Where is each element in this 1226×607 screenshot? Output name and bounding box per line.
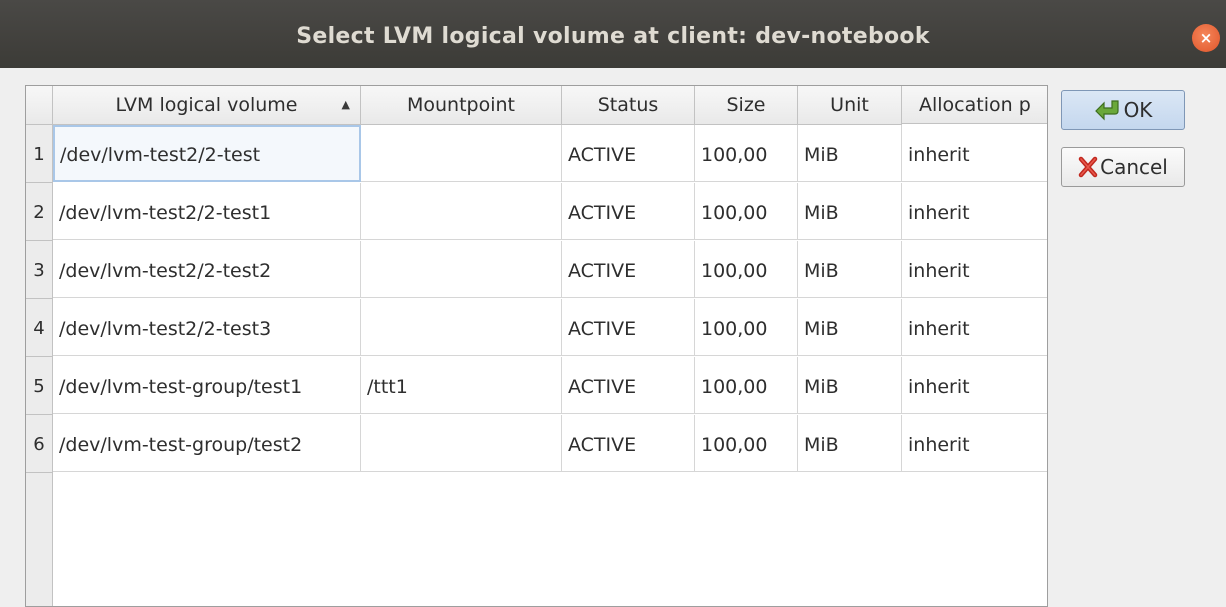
table-row[interactable]: 2 /dev/lvm-test2/2-test1 ACTIVE 100,00 M… bbox=[26, 183, 1047, 241]
cell-status[interactable]: ACTIVE bbox=[562, 125, 695, 182]
cell-unit[interactable]: MiB bbox=[798, 357, 902, 414]
column-header-size[interactable]: Size bbox=[695, 86, 798, 125]
cancel-button[interactable]: Cancel bbox=[1061, 147, 1185, 187]
cell-size[interactable]: 100,00 bbox=[695, 241, 798, 298]
cell-allocation[interactable]: inherit bbox=[902, 415, 1047, 472]
volume-table: LVM logical volume ▲ Mountpoint Status S… bbox=[25, 85, 1048, 607]
table-row[interactable]: 6 /dev/lvm-test-group/test2 ACTIVE 100,0… bbox=[26, 415, 1047, 473]
row-number[interactable]: 2 bbox=[26, 183, 53, 241]
row-number[interactable]: 1 bbox=[26, 125, 53, 183]
title-bar: Select LVM logical volume at client: dev… bbox=[0, 0, 1226, 68]
column-header-status[interactable]: Status bbox=[562, 86, 695, 125]
cancel-label: Cancel bbox=[1100, 155, 1168, 179]
cell-mountpoint[interactable] bbox=[361, 241, 562, 298]
cell-size[interactable]: 100,00 bbox=[695, 125, 798, 182]
cell-unit[interactable]: MiB bbox=[798, 241, 902, 298]
cell-volume[interactable]: /dev/lvm-test2/2-test2 bbox=[53, 241, 361, 298]
cell-volume[interactable]: /dev/lvm-test2/2-test bbox=[53, 125, 361, 182]
table-row[interactable]: 4 /dev/lvm-test2/2-test3 ACTIVE 100,00 M… bbox=[26, 299, 1047, 357]
row-number[interactable]: 4 bbox=[26, 299, 53, 357]
cell-status[interactable]: ACTIVE bbox=[562, 299, 695, 356]
ok-label: OK bbox=[1123, 98, 1153, 122]
column-header-volume[interactable]: LVM logical volume ▲ bbox=[53, 86, 361, 125]
cell-size[interactable]: 100,00 bbox=[695, 357, 798, 414]
cell-status[interactable]: ACTIVE bbox=[562, 415, 695, 472]
cell-allocation[interactable]: inherit bbox=[902, 357, 1047, 414]
sort-ascending-icon: ▲ bbox=[341, 98, 350, 111]
column-header-allocation[interactable]: Allocation p bbox=[902, 86, 1047, 124]
cell-unit[interactable]: MiB bbox=[798, 125, 902, 182]
cell-size[interactable]: 100,00 bbox=[695, 299, 798, 356]
cell-status[interactable]: ACTIVE bbox=[562, 183, 695, 240]
cell-unit[interactable]: MiB bbox=[798, 415, 902, 472]
close-icon[interactable]: × bbox=[1192, 24, 1220, 52]
row-number[interactable]: 3 bbox=[26, 241, 53, 299]
cell-size[interactable]: 100,00 bbox=[695, 415, 798, 472]
ok-button[interactable]: OK bbox=[1061, 90, 1185, 130]
cell-status[interactable]: ACTIVE bbox=[562, 357, 695, 414]
cell-allocation[interactable]: inherit bbox=[902, 241, 1047, 298]
cell-allocation[interactable]: inherit bbox=[902, 299, 1047, 356]
column-header-unit[interactable]: Unit bbox=[798, 86, 902, 125]
cell-allocation[interactable]: inherit bbox=[902, 125, 1047, 182]
row-number[interactable]: 6 bbox=[26, 415, 53, 473]
red-x-icon bbox=[1078, 156, 1098, 178]
cell-mountpoint[interactable] bbox=[361, 415, 562, 472]
cell-volume[interactable]: /dev/lvm-test-group/test1 bbox=[53, 357, 361, 414]
cell-status[interactable]: ACTIVE bbox=[562, 241, 695, 298]
cell-mountpoint[interactable] bbox=[361, 125, 562, 182]
green-arrow-icon bbox=[1094, 99, 1122, 121]
cell-volume[interactable]: /dev/lvm-test2/2-test1 bbox=[53, 183, 361, 240]
row-number[interactable]: 5 bbox=[26, 357, 53, 415]
cell-mountpoint[interactable] bbox=[361, 183, 562, 240]
table-row[interactable]: 5 /dev/lvm-test-group/test1 /ttt1 ACTIVE… bbox=[26, 357, 1047, 415]
window-title: Select LVM logical volume at client: dev… bbox=[296, 24, 930, 49]
table-row[interactable]: 1 /dev/lvm-test2/2-test ACTIVE 100,00 Mi… bbox=[26, 125, 1047, 183]
cell-unit[interactable]: MiB bbox=[798, 183, 902, 240]
cell-unit[interactable]: MiB bbox=[798, 299, 902, 356]
cell-volume[interactable]: /dev/lvm-test-group/test2 bbox=[53, 415, 361, 472]
table-corner bbox=[26, 86, 53, 125]
cell-allocation[interactable]: inherit bbox=[902, 183, 1047, 240]
cell-volume[interactable]: /dev/lvm-test2/2-test3 bbox=[53, 299, 361, 356]
table-row[interactable]: 3 /dev/lvm-test2/2-test2 ACTIVE 100,00 M… bbox=[26, 241, 1047, 299]
cell-size[interactable]: 100,00 bbox=[695, 183, 798, 240]
cell-mountpoint[interactable] bbox=[361, 299, 562, 356]
column-header-mountpoint[interactable]: Mountpoint bbox=[361, 86, 562, 125]
cell-mountpoint[interactable]: /ttt1 bbox=[361, 357, 562, 414]
